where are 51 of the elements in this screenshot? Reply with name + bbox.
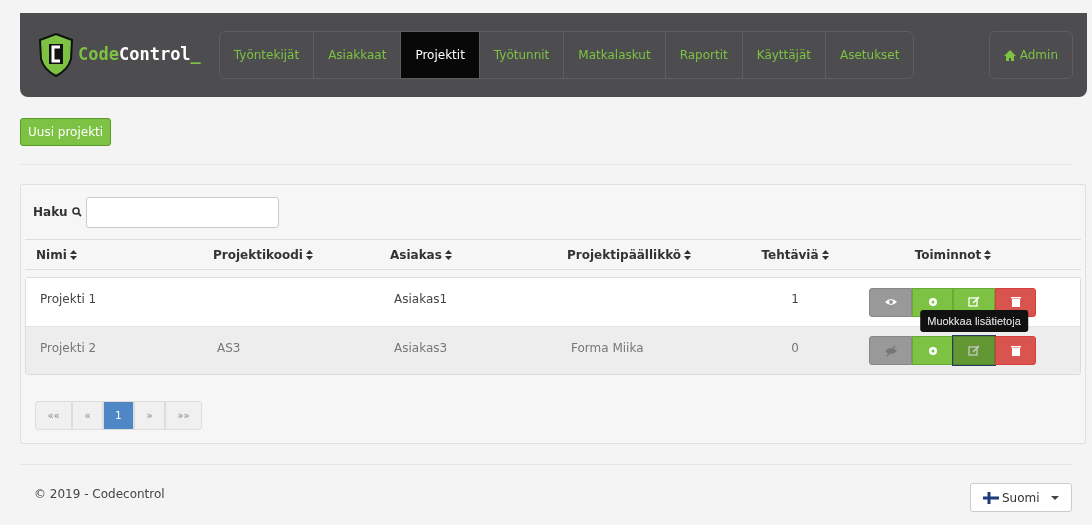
table-cell: Projekti 2	[40, 341, 97, 355]
nav-tab[interactable]: Työntekijät	[219, 32, 314, 78]
sort-icon[interactable]	[984, 249, 992, 260]
caret-icon	[1051, 495, 1059, 500]
page-button[interactable]: «	[72, 401, 103, 430]
eye-icon	[883, 296, 898, 308]
shield-logo-icon	[38, 33, 74, 77]
nav-tab[interactable]: Raportit	[664, 32, 742, 78]
table-cell: AS3	[217, 341, 241, 355]
search-icon	[71, 207, 82, 217]
nav-tab[interactable]: Projektit	[400, 32, 479, 78]
sort-icon[interactable]	[444, 249, 452, 260]
search-label: Haku	[33, 204, 68, 221]
settings-button[interactable]	[912, 336, 953, 365]
language-dropdown[interactable]: Suomi	[970, 483, 1072, 512]
sort-icon[interactable]	[684, 249, 692, 260]
page-button[interactable]: »»	[165, 401, 202, 430]
flag-icon	[983, 491, 999, 504]
tooltip: Muokkaa lisätietoja	[920, 309, 1028, 332]
trash-icon	[1008, 344, 1023, 357]
search-field[interactable]	[85, 196, 279, 228]
sort-icon[interactable]	[305, 249, 313, 260]
sort-icon[interactable]	[69, 249, 77, 260]
table-cell: Asiakas3	[394, 341, 448, 355]
column-header: Tehtäviä	[761, 246, 819, 264]
nav-tab[interactable]: Käyttäjät	[741, 32, 825, 78]
edit-icon	[967, 344, 981, 357]
column-header: Projektikoodi	[213, 246, 303, 264]
sort-icon[interactable]	[821, 249, 829, 260]
home-icon	[1003, 49, 1016, 61]
table-cell: 0	[791, 341, 799, 355]
page-button[interactable]: ««	[35, 401, 72, 430]
page-button[interactable]: 1	[103, 401, 134, 430]
trash-icon	[1008, 296, 1023, 308]
table-cell: Forma Miika	[571, 341, 644, 355]
nav-tab[interactable]: Asetukset	[825, 32, 914, 78]
page-button[interactable]: »	[134, 401, 165, 430]
column-header: Toiminnot	[914, 246, 982, 264]
column-header: Asiakas	[390, 246, 442, 264]
nav-tab[interactable]: Matkalaskut	[563, 32, 665, 78]
nav-tab[interactable]: Työtunnit	[478, 32, 564, 78]
edit-icon	[967, 296, 981, 308]
column-header: Projektipäällikkö	[567, 246, 682, 264]
logo-text: CodeControl_	[78, 43, 201, 67]
column-header: Nimi	[36, 246, 67, 264]
table-cell: 1	[791, 292, 799, 306]
table-cell: Asiakas1	[394, 292, 448, 306]
copyright-text: © 2019 - Codecontrol	[34, 485, 165, 503]
admin-button[interactable]: Admin	[988, 31, 1073, 79]
new-project-button[interactable]: Uusi projekti	[20, 118, 112, 146]
table-cell: Projekti 1	[40, 292, 97, 306]
